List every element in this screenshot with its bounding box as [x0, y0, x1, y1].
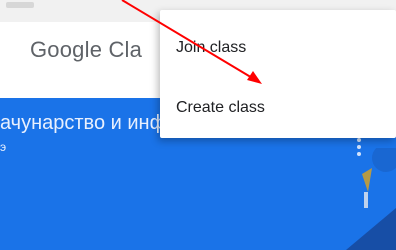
- join-class-menu-item[interactable]: Join class: [160, 20, 396, 76]
- create-class-menu-item[interactable]: Create class: [160, 80, 396, 136]
- app-title: Google Cla: [30, 37, 143, 62]
- card-illustration: [346, 148, 396, 250]
- class-card-subtitle: э: [0, 140, 7, 154]
- status-icons: [6, 2, 34, 8]
- create-join-menu: Join class Create class: [160, 10, 396, 138]
